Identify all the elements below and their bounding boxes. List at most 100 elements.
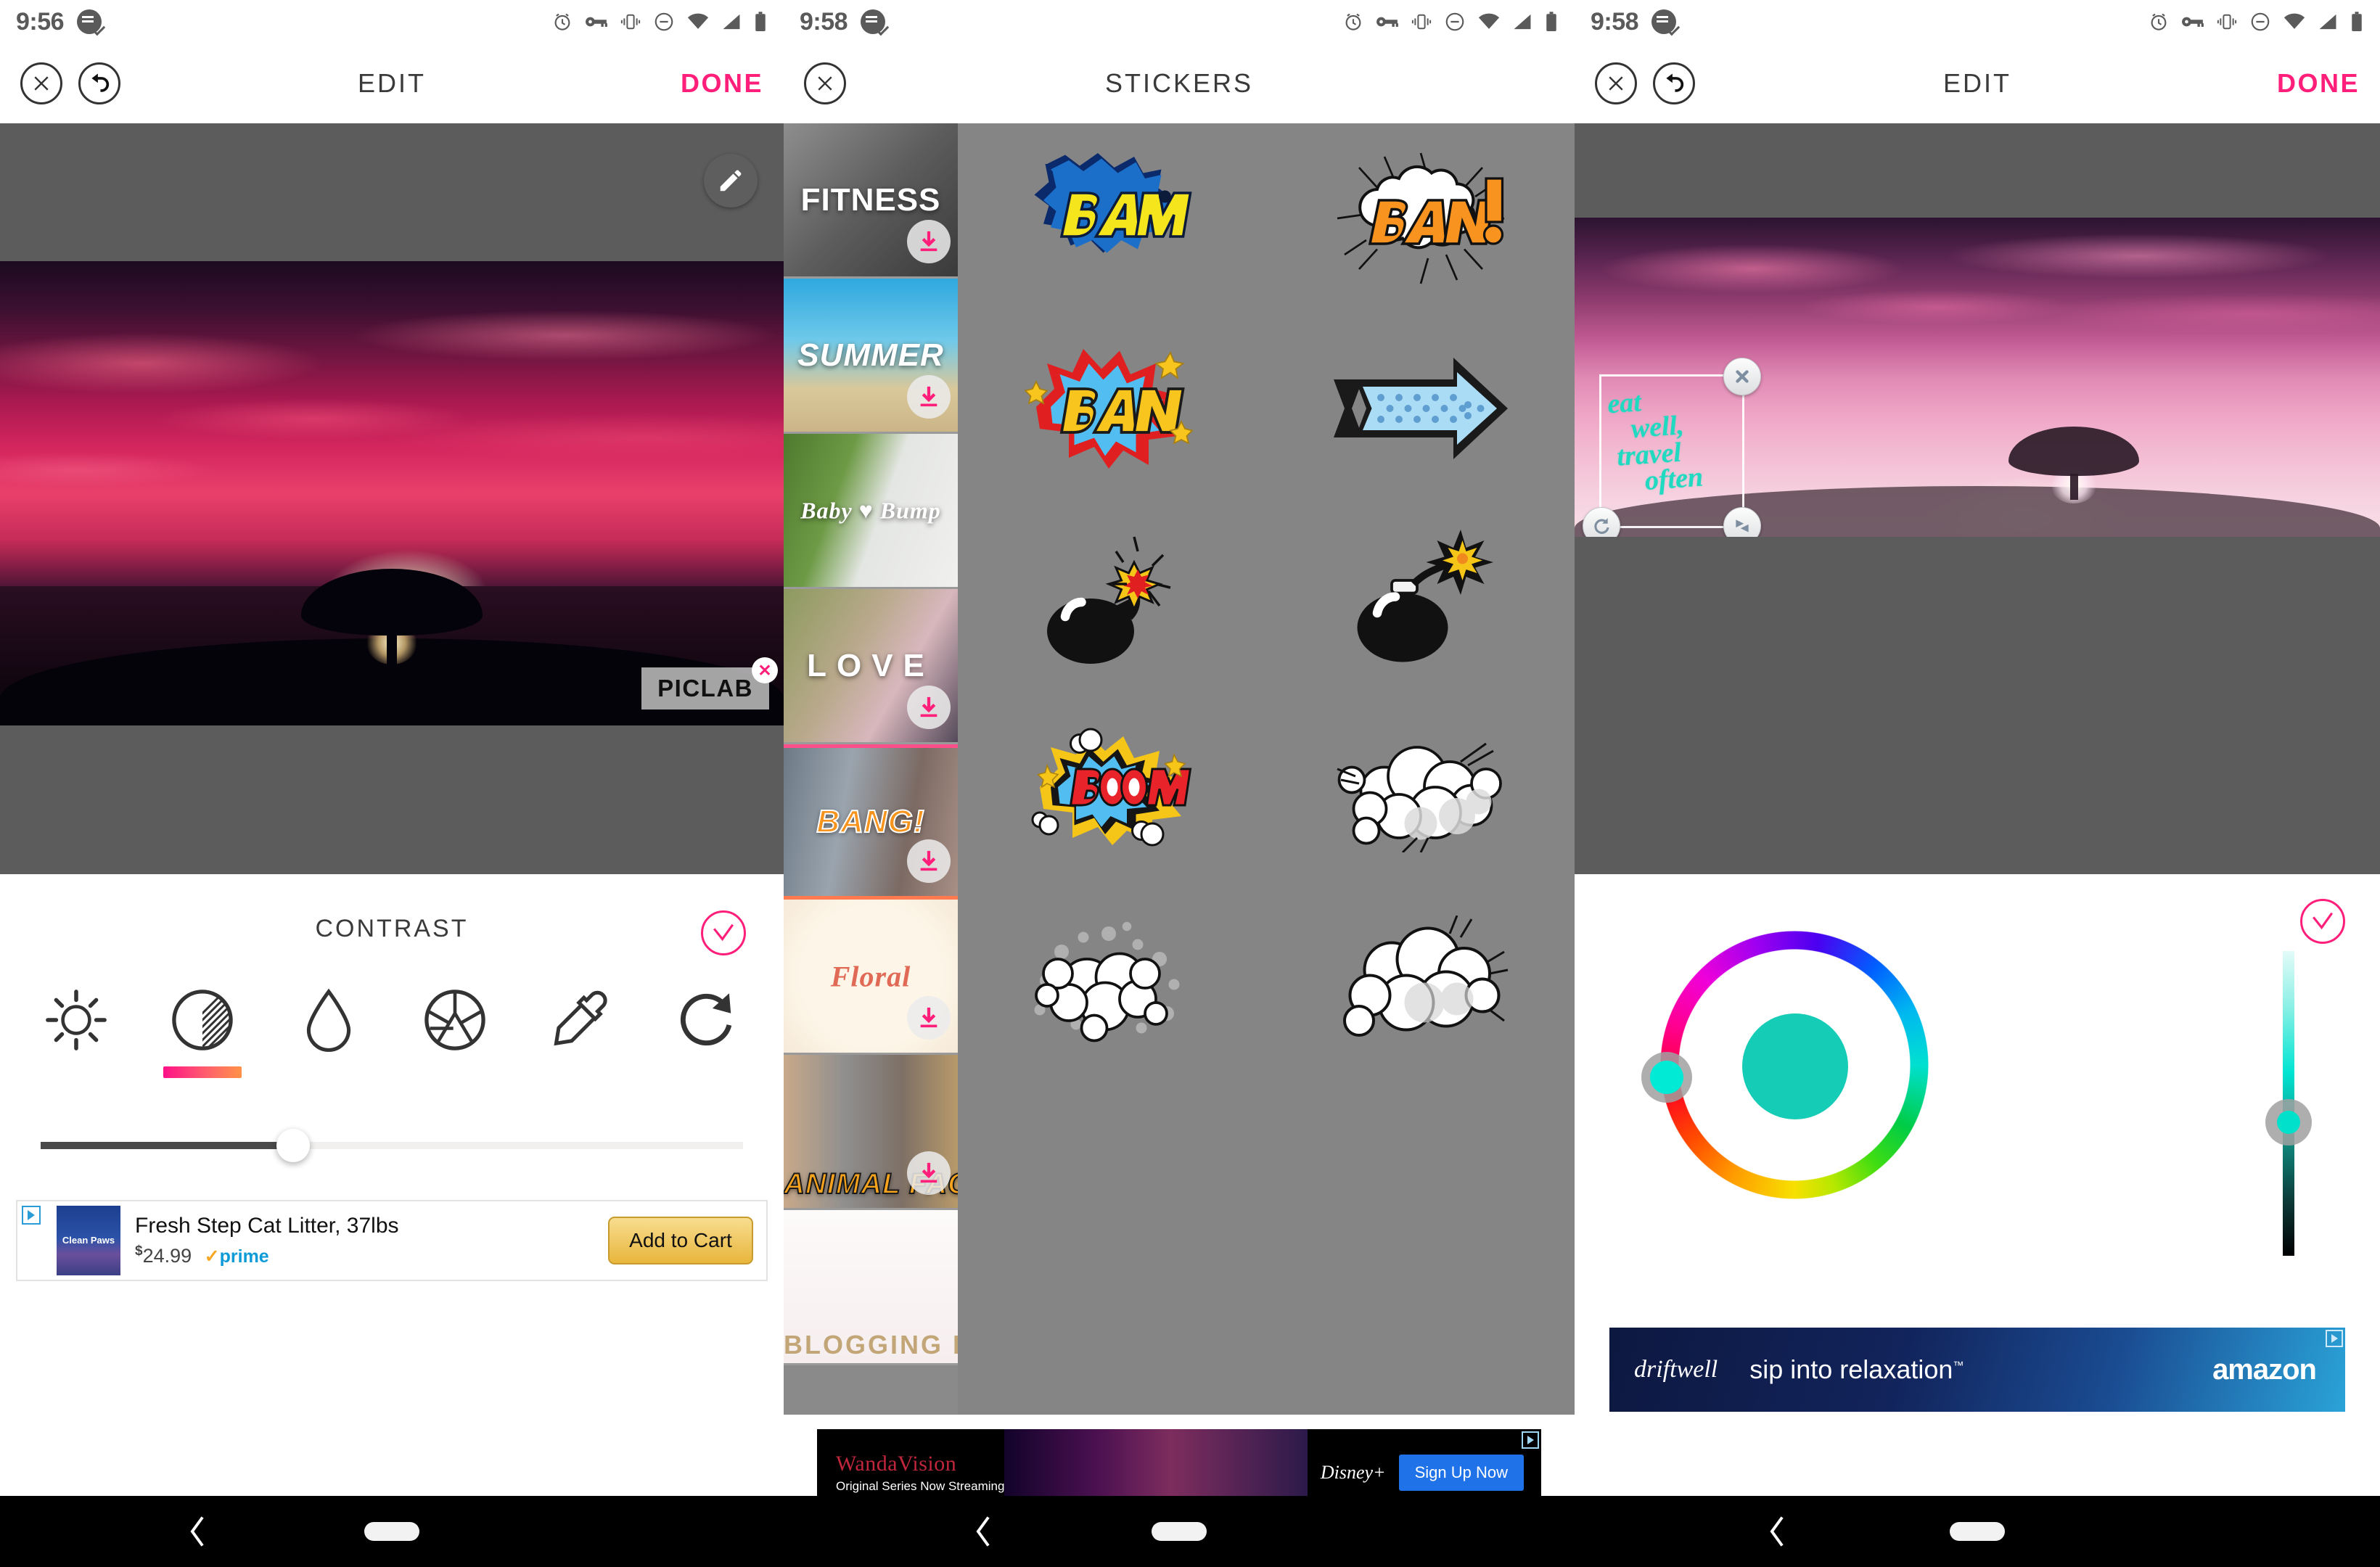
sticker-pack-list[interactable]: FITNESS SUMMER Baby ♥ Bump LOVE BANG! Fl… [784, 123, 958, 1415]
notification-badge-icon [861, 9, 886, 34]
battery-icon [755, 12, 766, 31]
sticker-pack-item[interactable]: ANIMAL FACES [784, 1055, 958, 1210]
adjust-panel: CONTRAST Clean Paws Fresh Step Cat Litte… [0, 874, 784, 1281]
slider-fill [41, 1142, 294, 1149]
android-navbar-3 [1575, 1496, 2380, 1567]
vpn-key-icon [2182, 17, 2204, 27]
done-button[interactable]: DONE [2277, 68, 2360, 99]
sticker-cell[interactable] [1266, 694, 1575, 884]
status-icons [1342, 11, 1559, 33]
color-wheel-wrap [1575, 874, 2380, 1280]
battery-icon [1546, 12, 1556, 31]
pack-download-button[interactable] [907, 1151, 951, 1195]
close-button[interactable] [804, 62, 846, 104]
undo-button[interactable] [1653, 62, 1695, 104]
pack-download-button[interactable] [907, 839, 951, 883]
sticker-line: often [1644, 461, 1704, 497]
adjust-tool-row [0, 953, 784, 1078]
sticker-cell[interactable] [1266, 313, 1575, 503]
slider-thumb[interactable] [276, 1129, 311, 1162]
back-chevron-icon[interactable] [974, 1515, 993, 1548]
pack-download-button[interactable] [907, 220, 951, 263]
sticker-pack-item[interactable]: FITNESS [784, 123, 958, 279]
pack-label: BLOGGING KIT [784, 1330, 958, 1360]
pack-download-button[interactable] [907, 375, 951, 419]
sticker-pack-item[interactable]: BLOGGING KIT [784, 1210, 958, 1365]
ad-choices-icon[interactable] [2326, 1330, 2343, 1347]
cloud-sticker [1342, 915, 1508, 1037]
edit-canvas[interactable]: PICLAB ✕ [0, 123, 784, 874]
pack-label: SUMMER [797, 337, 944, 373]
home-pill-icon[interactable] [1152, 1522, 1207, 1541]
wifi-icon [2283, 13, 2305, 29]
home-pill-icon[interactable] [1950, 1522, 2005, 1541]
sticker-cell[interactable] [1266, 123, 1575, 313]
tool-exposure[interactable] [401, 987, 509, 1078]
vibrate-icon [620, 14, 641, 30]
sticker-cell[interactable] [958, 123, 1266, 313]
edit-canvas-3[interactable]: eat well, travel often [1575, 123, 2380, 874]
sticker-cell[interactable] [958, 694, 1266, 884]
do-not-disturb-icon [654, 12, 673, 31]
edit-toolbar-3: EDIT DONE [1575, 44, 2380, 123]
ad-product-image: Clean Paws [57, 1206, 120, 1275]
undo-icon [1666, 73, 1684, 92]
vibrate-icon [1411, 14, 1432, 30]
android-navbar-2 [784, 1496, 1575, 1567]
puff-cloud-sticker [1034, 921, 1179, 1042]
tool-saturation[interactable] [274, 987, 383, 1078]
pack-label: Floral [830, 960, 911, 992]
selected-sticker[interactable]: eat well, travel often [1583, 358, 1761, 537]
sticker-pack-item[interactable]: Floral [784, 900, 958, 1055]
watermark[interactable]: PICLAB ✕ [641, 657, 778, 710]
signal-icon [1514, 14, 1531, 30]
ad-choices-icon[interactable] [22, 1206, 41, 1225]
home-pill-icon[interactable] [364, 1522, 419, 1541]
watermark-close-button[interactable]: ✕ [752, 657, 778, 683]
ad-banner-driftwell[interactable]: driftwell sip into relaxation™ amazon [1609, 1328, 2345, 1412]
android-navbar-1 [0, 1496, 784, 1567]
tool-contrast[interactable] [148, 987, 257, 1078]
pencil-icon [720, 170, 742, 192]
confirm-adjust-button[interactable] [701, 910, 746, 955]
close-button[interactable] [20, 62, 62, 104]
sign-up-button[interactable]: Sign Up Now [1398, 1455, 1524, 1491]
undo-button[interactable] [78, 62, 120, 104]
bam-sticker [1034, 153, 1192, 253]
sticker-pack-item[interactable]: BANG! [784, 744, 958, 900]
sticker-cell[interactable] [958, 503, 1266, 694]
sticker-cell[interactable] [958, 884, 1266, 1074]
screen-edit-color: 9:58 EDIT DONE eat well, travel often dr… [1575, 0, 2380, 1567]
add-to-cart-button[interactable]: Add to Cart [608, 1217, 753, 1264]
pack-download-button[interactable] [907, 686, 951, 729]
rotate-handle[interactable] [1583, 507, 1620, 537]
done-button[interactable]: DONE [681, 68, 763, 99]
stickers-toolbar: STICKERS [784, 44, 1575, 123]
adjust-slider[interactable] [41, 1122, 743, 1172]
sticker-grid[interactable] [958, 123, 1575, 1415]
page-title: EDIT [1942, 68, 2011, 98]
bang-cloud-sticker [1337, 152, 1504, 284]
tool-color-picker[interactable] [527, 987, 636, 1078]
draw-button[interactable] [704, 154, 758, 207]
sticker-pack-item[interactable]: LOVE [784, 589, 958, 744]
tool-brightness[interactable] [22, 987, 131, 1078]
delete-handle[interactable] [1723, 358, 1761, 395]
close-button[interactable] [1595, 62, 1637, 104]
sticker-cell[interactable] [1266, 503, 1575, 694]
sticker-pack-item[interactable]: Baby ♥ Bump [784, 434, 958, 589]
brightness-knob[interactable] [2265, 1099, 2312, 1146]
signal-icon [2319, 14, 2336, 30]
tool-rotate[interactable] [653, 987, 762, 1078]
vpn-key-icon [586, 17, 607, 27]
ad-banner-amazon[interactable]: Clean Paws Fresh Step Cat Litter, 37lbs … [16, 1200, 768, 1281]
hue-knob[interactable] [1641, 1052, 1692, 1103]
pack-download-button[interactable] [907, 996, 951, 1040]
back-chevron-icon[interactable] [1768, 1515, 1786, 1548]
back-chevron-icon[interactable] [188, 1515, 207, 1548]
sticker-cell[interactable] [958, 313, 1266, 503]
photo-preview: PICLAB ✕ [0, 261, 784, 725]
sticker-cell[interactable] [1266, 884, 1575, 1074]
sticker-pack-item[interactable]: SUMMER [784, 279, 958, 434]
ad-choices-icon[interactable] [1522, 1431, 1539, 1449]
